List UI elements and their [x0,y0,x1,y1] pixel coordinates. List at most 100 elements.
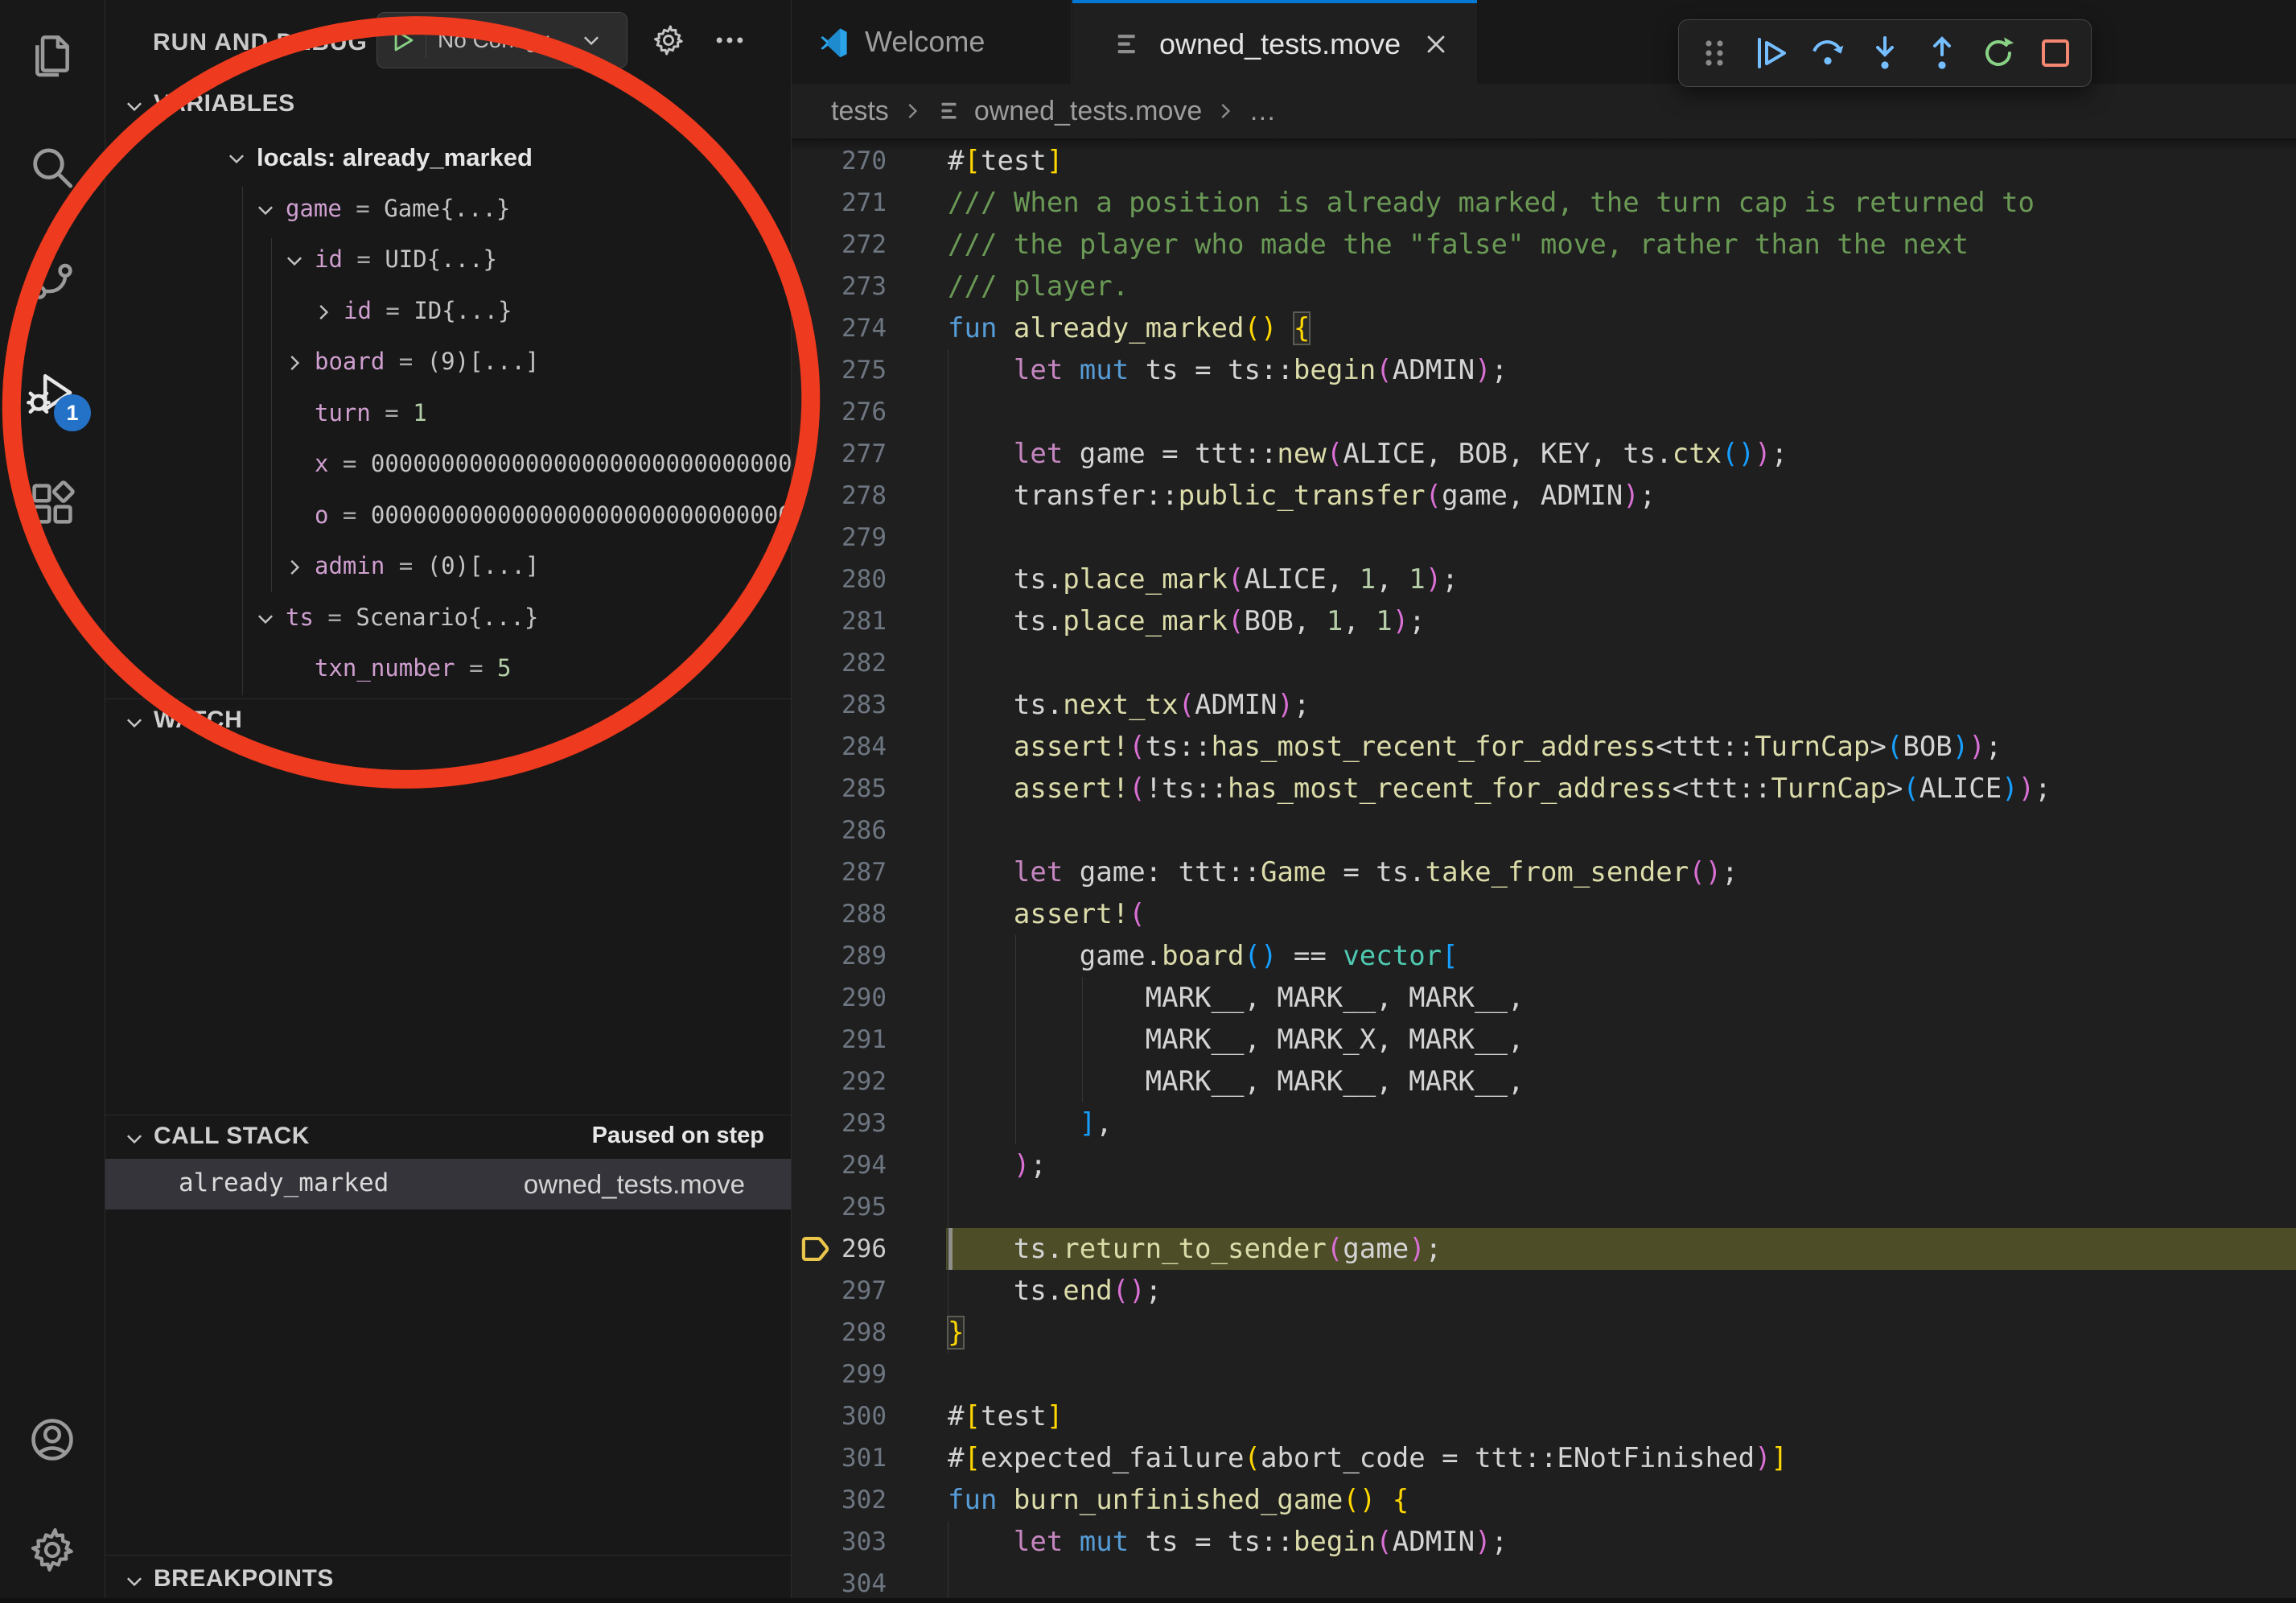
code-line[interactable]: ], [948,1102,1113,1144]
breadcrumb-item[interactable]: tests [831,96,889,127]
line-number[interactable]: 304 [792,1563,887,1598]
variable-row[interactable]: board = (9)[...] [105,338,791,389]
breakpoints-section-header[interactable]: BREAKPOINTS [105,1558,791,1603]
activity-item-explorer[interactable] [27,30,78,81]
breadcrumb-item[interactable]: owned_tests.move [974,96,1203,127]
line-number[interactable]: 287 [792,851,887,893]
code-line[interactable]: ts.next_tx(ADMIN); [948,684,1310,726]
code-line[interactable]: let game = ttt::new(ALICE, BOB, KEY, ts.… [948,433,1788,475]
line-number[interactable]: 294 [792,1144,887,1186]
watch-section-header[interactable]: WATCH [105,699,791,744]
line-number[interactable]: 273 [792,266,887,307]
code-line[interactable]: ts.place_mark(BOB, 1, 1); [948,600,1426,642]
line-number[interactable]: 300 [792,1395,887,1437]
more-actions-icon[interactable] [712,23,747,58]
line-number[interactable]: 285 [792,768,887,810]
line-number[interactable]: 297 [792,1270,887,1312]
line-number[interactable]: 291 [792,1019,887,1061]
code-line[interactable]: ); [948,1144,1047,1186]
line-number[interactable]: 278 [792,475,887,517]
code-line[interactable]: let mut ts = ts::begin(ADMIN); [948,349,1508,391]
line-number[interactable]: 275 [792,349,887,391]
line-number[interactable]: 283 [792,684,887,726]
code-line[interactable]: MARK__, MARK__, MARK__, [948,1061,1524,1102]
line-number[interactable]: 276 [792,391,887,433]
code-line[interactable]: #[test] [948,1395,1063,1437]
line-number[interactable]: 292 [792,1061,887,1102]
code-line[interactable]: } [948,1312,964,1354]
variable-row[interactable]: turn = 1 [105,389,791,440]
line-number[interactable]: 290 [792,977,887,1019]
debug-settings-gear-icon[interactable] [651,23,686,58]
line-number[interactable]: 284 [792,726,887,768]
line-number[interactable]: 298 [792,1312,887,1354]
line-number[interactable]: 288 [792,893,887,935]
code-line[interactable]: fun burn_unfinished_game() { [948,1479,1409,1521]
code-line[interactable]: fun already_marked() { [948,307,1310,349]
line-number[interactable]: 295 [792,1186,887,1228]
line-number[interactable]: 281 [792,600,887,642]
activity-item-extensions[interactable] [27,478,78,530]
line-number[interactable]: 274 [792,307,887,349]
code-editor[interactable]: 270#[test]271/// When a position is alre… [792,138,2296,1598]
scope-row[interactable]: locals: already_marked [105,134,791,184]
code-line[interactable]: let mut ts = ts::begin(ADMIN); [948,1521,1508,1563]
line-number[interactable]: 302 [792,1479,887,1521]
debug-restart-button[interactable] [1977,32,2019,74]
code-line[interactable]: MARK__, MARK__, MARK__, [948,977,1524,1019]
variable-row[interactable]: game = Game{...} [105,185,791,236]
line-number[interactable]: 282 [792,642,887,684]
variable-row[interactable]: ts = Scenario{...} [105,594,791,645]
line-number[interactable]: 280 [792,558,887,600]
code-line[interactable]: /// player. [948,266,1129,307]
variable-row[interactable]: txn_number = 5 [105,645,791,695]
code-line[interactable]: ts.return_to_sender(game); [948,1228,1442,1270]
line-number[interactable]: 299 [792,1354,887,1395]
variable-row[interactable]: id = UID{...} [105,236,791,286]
activity-item-account[interactable] [27,1414,78,1465]
code-line[interactable]: game.board() == vector[ [948,935,1459,977]
code-line[interactable]: assert!( [948,893,1146,935]
code-line[interactable]: assert!(ts::has_most_recent_for_address<… [948,726,2002,768]
debug-config-dropdown[interactable]: No Configurations [376,12,627,68]
debug-step-over-button[interactable] [1807,32,1849,74]
debug-stop-button[interactable] [2035,32,2076,74]
code-line[interactable]: let game: ttt::Game = ts.take_from_sende… [948,851,1738,893]
activity-item-source-control[interactable] [27,253,78,304]
tab-welcome[interactable]: Welcome [792,0,1072,84]
line-number[interactable]: 289 [792,935,887,977]
line-number[interactable]: 293 [792,1102,887,1144]
code-line[interactable]: transfer::public_transfer(game, ADMIN); [948,475,1656,517]
activity-item-run-and-debug[interactable]: 1 [27,367,78,418]
line-number[interactable]: 270 [792,140,887,182]
activity-item-search[interactable] [27,142,78,194]
variable-row[interactable]: id = ID{...} [105,287,791,338]
debug-step-into-button[interactable] [1864,32,1906,74]
debug-step-out-button[interactable] [1921,32,1963,74]
code-line[interactable]: /// the player who made the "false" move… [948,224,1969,266]
breadcrumb-item[interactable]: … [1249,96,1276,127]
variable-row[interactable]: o = 000000000000000000000000000000000… [105,492,791,542]
close-icon[interactable] [1422,30,1450,59]
line-number[interactable]: 286 [792,810,887,851]
line-number[interactable]: 301 [792,1437,887,1479]
call-stack-frame[interactable]: already_markedowned_tests.move [105,1159,791,1209]
code-line[interactable]: ts.place_mark(ALICE, 1, 1); [948,558,1459,600]
code-line[interactable]: /// When a position is already marked, t… [948,182,2035,224]
line-number[interactable]: 279 [792,517,887,558]
variable-row[interactable]: admin = (0)[...] [105,542,791,593]
activity-item-settings-gear[interactable] [27,1524,78,1576]
code-line[interactable]: assert!(!ts::has_most_recent_for_address… [948,768,2051,810]
line-number[interactable]: 303 [792,1521,887,1563]
start-debug-icon[interactable] [387,25,418,56]
debug-continue-button[interactable] [1751,32,1792,74]
code-line[interactable]: MARK__, MARK_X, MARK__, [948,1019,1524,1061]
variables-section-header[interactable]: VARIABLES [105,83,791,128]
code-line[interactable]: ts.end(); [948,1270,1162,1312]
call-stack-section-header[interactable]: CALL STACK Paused on step [105,1115,791,1160]
variable-row[interactable]: x = 000000000000000000000000000000000… [105,440,791,491]
tab-owned-tests-move[interactable]: owned_tests.move [1072,0,1477,84]
line-number[interactable]: 272 [792,224,887,266]
code-line[interactable]: #[expected_failure(abort_code = ttt::ENo… [948,1437,1788,1479]
line-number[interactable]: 277 [792,433,887,475]
